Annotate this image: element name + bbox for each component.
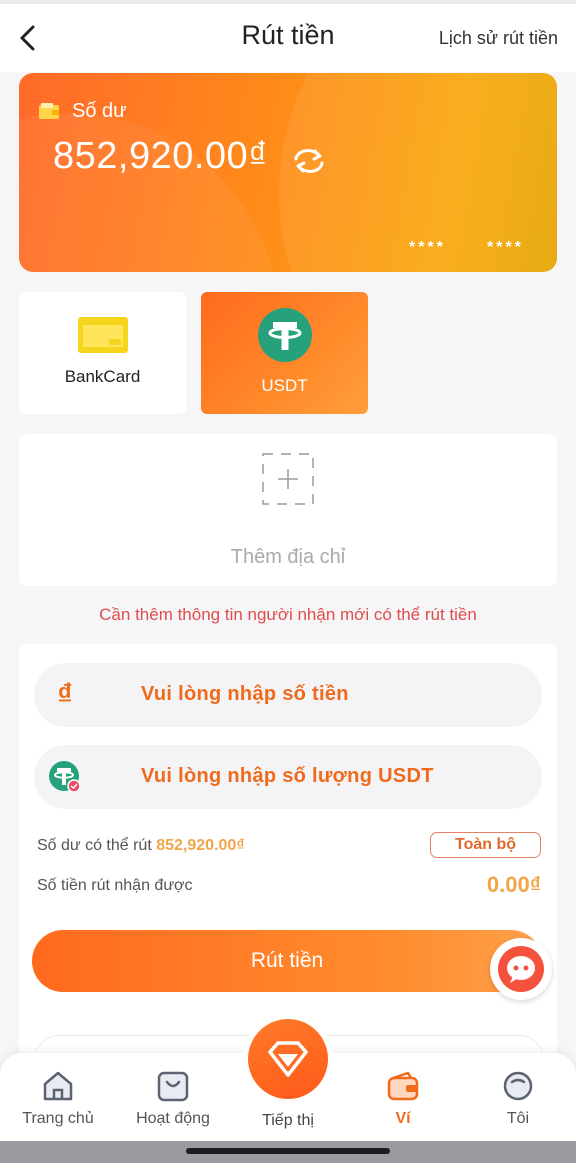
tether-icon	[49, 761, 81, 793]
available-balance-row: Số dư có thể rút 852,920.00₫	[37, 837, 245, 855]
nav-label: Trang chủ	[22, 1110, 94, 1127]
add-address-box[interactable]: Thêm địa chỉ	[19, 434, 557, 586]
method-label: BankCard	[64, 367, 141, 386]
nav-item-profile[interactable]: Tôi	[468, 1053, 568, 1141]
home-icon	[43, 1071, 73, 1101]
add-address-label: Thêm địa chỉ	[230, 546, 346, 568]
usdt-quantity-input[interactable]: Vui lòng nhập số lượng USDT	[34, 745, 542, 809]
withdraw-form: ₫ Vui lòng nhập số tiền Vui lòng nhập số…	[19, 644, 557, 1064]
bank-card-icon	[77, 317, 128, 353]
withdraw-all-button[interactable]: Toàn bộ	[430, 832, 541, 858]
amount-placeholder: Vui lòng nhập số tiền	[141, 683, 349, 705]
profile-icon	[503, 1071, 533, 1101]
withdraw-history-link[interactable]: Lịch sử rút tiền	[439, 28, 558, 49]
usdt-placeholder: Vui lòng nhập số lượng USDT	[141, 765, 434, 787]
refresh-icon[interactable]	[291, 147, 327, 175]
support-chat-button[interactable]	[490, 938, 552, 1000]
card-mask: ****	[487, 239, 524, 256]
balance-label: Số dư	[72, 100, 127, 122]
nav-label: Tôi	[506, 1110, 530, 1127]
nav-label: Ví	[395, 1110, 411, 1127]
activity-bag-icon	[157, 1071, 189, 1102]
amount-input[interactable]: ₫ Vui lòng nhập số tiền	[34, 663, 542, 727]
chat-bubble-icon	[498, 946, 544, 992]
nav-item-activity[interactable]: Hoạt động	[123, 1053, 223, 1141]
balance-card: Số dư 852,920.00₫ **** ****	[19, 73, 557, 272]
wallet-icon	[387, 1071, 419, 1101]
nav-item-marketing[interactable]	[248, 1019, 328, 1099]
available-amount: 852,920.00₫	[156, 837, 245, 854]
available-label: Số dư có thể rút	[37, 837, 152, 854]
balance-amount: 852,920.00₫	[53, 135, 269, 177]
dong-currency-icon: ₫	[48, 678, 82, 712]
tether-icon	[257, 308, 312, 362]
wallet-icon	[39, 103, 59, 119]
card-mask: ****	[409, 239, 446, 256]
method-usdt[interactable]: USDT	[201, 292, 368, 414]
currency-symbol: ₫	[57, 678, 73, 711]
withdraw-submit-button[interactable]: Rút tiền	[32, 930, 542, 992]
nav-label: Tiếp thị	[262, 1112, 314, 1129]
nav-item-wallet[interactable]: Ví	[353, 1053, 453, 1141]
add-dashed-plus-icon	[262, 453, 314, 505]
nav-item-home[interactable]: Trang chủ	[8, 1053, 108, 1141]
diamond-icon	[268, 1041, 308, 1077]
status-divider	[0, 0, 576, 4]
home-indicator[interactable]	[186, 1148, 390, 1154]
receive-amount: 0.00₫	[486, 872, 541, 897]
nav-label: Hoạt động	[136, 1110, 210, 1127]
receive-label: Số tiền rút nhận được	[37, 877, 193, 894]
method-bankcard[interactable]: BankCard	[19, 292, 186, 414]
method-label: USDT	[261, 376, 308, 395]
warning-message: Cần thêm thông tin người nhận mới có thể…	[99, 605, 477, 624]
usdt-coin-icon	[48, 760, 82, 794]
